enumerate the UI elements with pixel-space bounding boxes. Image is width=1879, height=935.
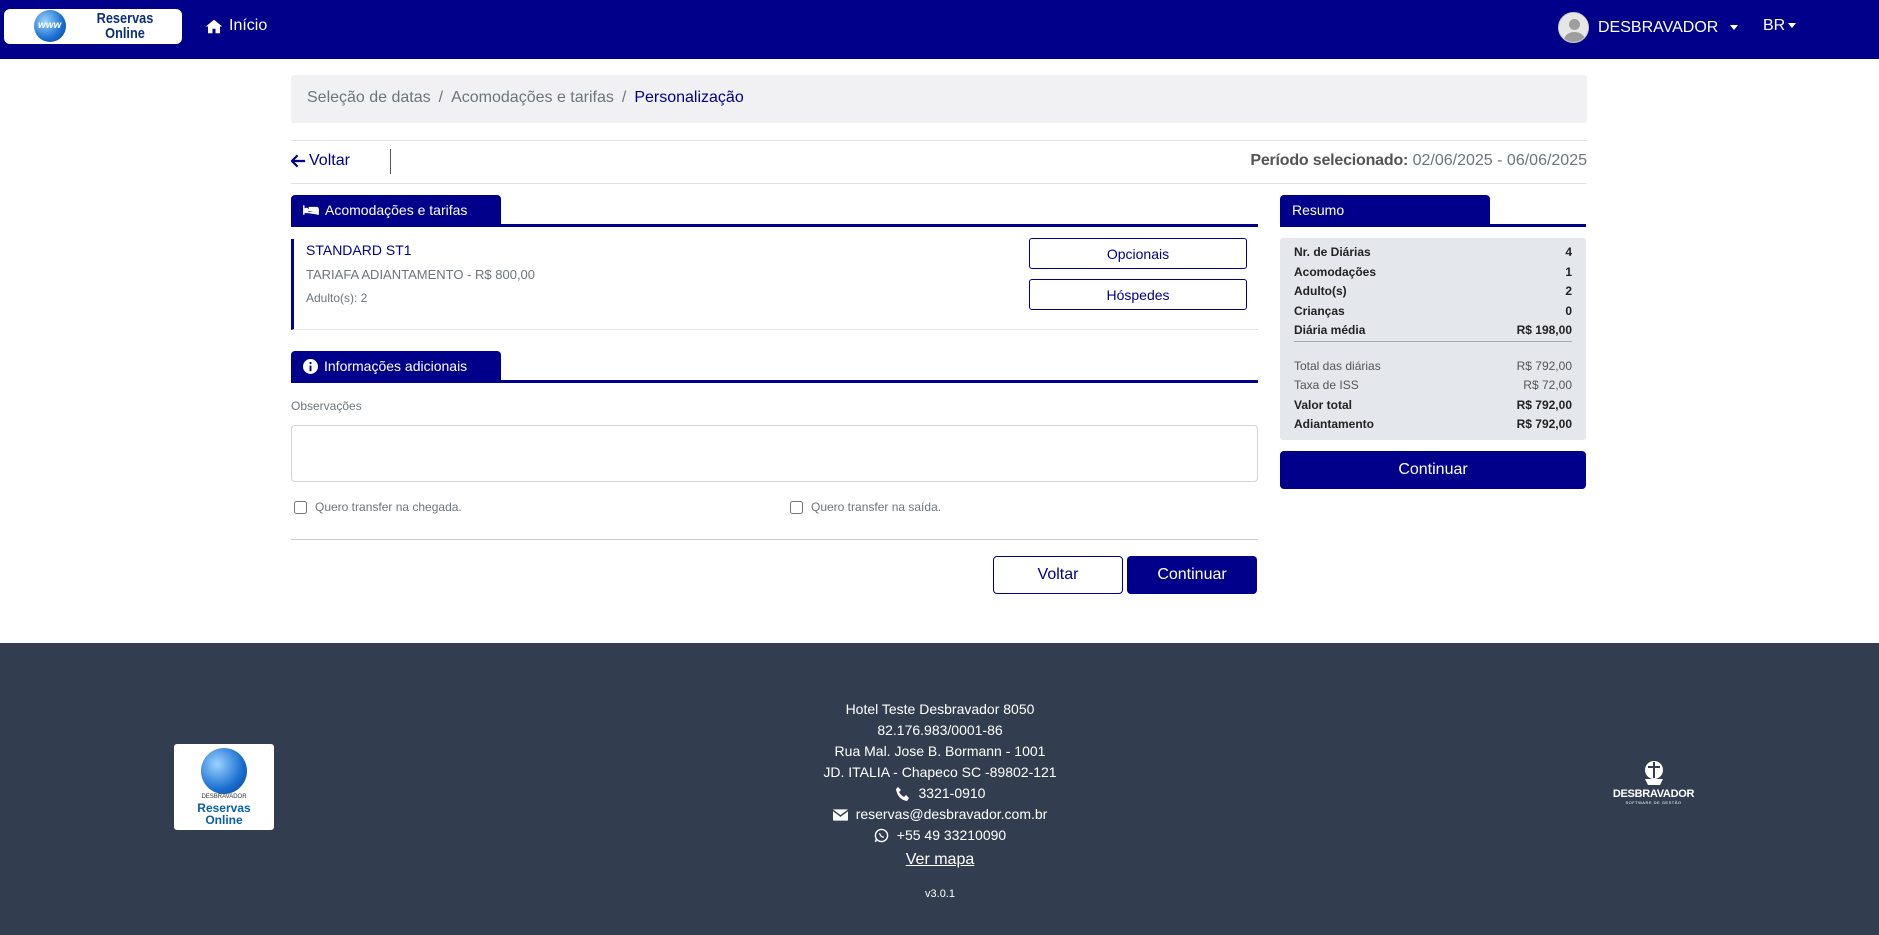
user-menu[interactable]: DESBRAVADOR: [1558, 12, 1739, 43]
back-link[interactable]: Voltar: [291, 152, 350, 170]
globe-icon: [201, 748, 247, 794]
summary-row: Acomodações 1: [1294, 265, 1572, 279]
tab-additional-info-label: Informações adicionais: [324, 358, 468, 374]
observations-label: Observações: [291, 399, 362, 413]
globe-icon: www: [34, 10, 66, 42]
avatar: [1558, 12, 1589, 43]
language-label: BR: [1763, 17, 1786, 34]
tab-underline: [291, 380, 1258, 383]
summary-row: Crianças 0: [1294, 304, 1572, 318]
summary-continue-button[interactable]: Continuar: [1280, 451, 1586, 489]
footer-hotel-info: Hotel Teste Desbravador 8050 82.176.983/…: [740, 699, 1140, 905]
info-icon: [303, 358, 318, 374]
hotel-phone: 3321-0910: [740, 783, 1140, 804]
hotel-cnpj: 82.176.983/0001-86: [877, 722, 1003, 738]
hotel-whatsapp[interactable]: +55 49 33210090: [740, 825, 1140, 846]
desbravador-mark-icon: [1640, 760, 1668, 786]
breadcrumb-item-accommodations[interactable]: Acomodações e tarifas: [451, 89, 614, 106]
map-link[interactable]: Ver mapa: [740, 849, 1140, 870]
optionals-button[interactable]: Opcionais: [1029, 238, 1247, 269]
nav-home-label: Início: [229, 17, 268, 34]
language-menu[interactable]: BR: [1763, 17, 1797, 35]
tab-summary-label: Resumo: [1292, 202, 1345, 218]
room-adults: Adulto(s): 2: [306, 291, 368, 305]
hotel-name: Hotel Teste Desbravador 8050: [845, 701, 1035, 717]
bed-icon: [303, 205, 319, 215]
summary-divider: [1294, 341, 1572, 342]
divider: [291, 140, 1587, 141]
summary-row: Adulto(s) 2: [1294, 284, 1572, 298]
desbravador-brand-logo: DESBRAVADOR SOFTWARE DE GESTÃO: [1606, 760, 1701, 805]
transfer-arrival-input[interactable]: [294, 500, 307, 514]
selected-period: Período selecionado: 02/06/2025 - 06/06/…: [1250, 152, 1587, 170]
back-button[interactable]: Voltar: [993, 556, 1123, 594]
period-label: Período selecionado:: [1250, 152, 1409, 169]
tab-summary: Resumo: [1280, 195, 1490, 225]
summary-panel: Nr. de Diárias 4 Acomodações 1 Adulto(s) 2 …: [1280, 238, 1586, 440]
breadcrumb-separator: /: [621, 89, 627, 106]
guests-button[interactable]: Hóspedes: [1029, 279, 1247, 310]
arrow-left-icon: [291, 154, 306, 168]
summary-row: Taxa de ISS R$ 72,00: [1294, 378, 1572, 392]
tab-additional-info: Informações adicionais: [291, 351, 501, 381]
transfer-arrival-label: Quero transfer na chegada.: [315, 500, 462, 514]
summary-row: Diária média R$ 198,00: [1294, 323, 1572, 337]
breadcrumb-separator: /: [438, 89, 444, 106]
chevron-down-icon: [1788, 23, 1797, 29]
whatsapp-icon: [874, 828, 889, 843]
back-link-label: Voltar: [309, 152, 350, 169]
chevron-down-icon: [1730, 25, 1739, 30]
home-icon: [205, 19, 223, 33]
transfer-departure-input[interactable]: [790, 500, 803, 514]
reservas-online-logo[interactable]: www Reservas Online: [4, 9, 182, 44]
envelope-icon: [832, 808, 848, 821]
summary-row-total: Valor total R$ 792,00: [1294, 398, 1572, 412]
top-navbar: www Reservas Online Início DESBRAVADOR B…: [0, 0, 1879, 59]
app-version: v3.0.1: [925, 888, 955, 900]
transfer-departure-checkbox[interactable]: Quero transfer na saída.: [790, 500, 941, 514]
tab-underline: [291, 224, 1258, 227]
breadcrumb-item-dates[interactable]: Seleção de datas: [307, 89, 431, 106]
breadcrumb-item-personalization: Personalização: [634, 89, 744, 106]
room-name: STANDARD ST1: [306, 242, 412, 258]
logo-text: Reservas Online: [96, 10, 154, 42]
footer-reservas-logo: DESBRAVADOR Reservas Online: [174, 744, 274, 830]
hotel-email[interactable]: reservas@desbravador.com.br: [740, 804, 1140, 825]
transfer-departure-label: Quero transfer na saída.: [811, 500, 942, 514]
nav-home-link[interactable]: Início: [205, 17, 267, 35]
tab-accommodations: Acomodações e tarifas: [291, 195, 501, 225]
divider: [390, 149, 391, 174]
hotel-address-2: JD. ITALIA - Chapeco SC -89802-121: [823, 764, 1057, 780]
breadcrumb: Seleção de datas / Acomodações e tarifas / P…: [291, 75, 1587, 123]
summary-row: Nr. de Diárias 4: [1294, 245, 1572, 259]
footer: DESBRAVADOR Reservas Online Hotel Teste …: [0, 643, 1879, 935]
tab-accommodations-label: Acomodações e tarifas: [325, 202, 468, 218]
tab-underline: [1280, 224, 1586, 227]
phone-icon: [895, 786, 909, 801]
summary-row-advance: Adiantamento R$ 792,00: [1294, 417, 1572, 431]
period-value: 02/06/2025 - 06/06/2025: [1412, 152, 1587, 169]
divider: [291, 183, 1587, 184]
transfer-arrival-checkbox[interactable]: Quero transfer na chegada.: [294, 500, 462, 514]
hotel-address-1: Rua Mal. Jose B. Bormann - 1001: [834, 743, 1046, 759]
continue-button[interactable]: Continuar: [1127, 556, 1257, 594]
divider: [291, 539, 1258, 540]
user-name: DESBRAVADOR: [1598, 18, 1719, 36]
summary-row: Total das diárias R$ 792,00: [1294, 359, 1572, 373]
observations-textarea[interactable]: [291, 425, 1258, 482]
room-tariff: TARIAFA ADIANTAMENTO - R$ 800,00: [306, 267, 536, 282]
